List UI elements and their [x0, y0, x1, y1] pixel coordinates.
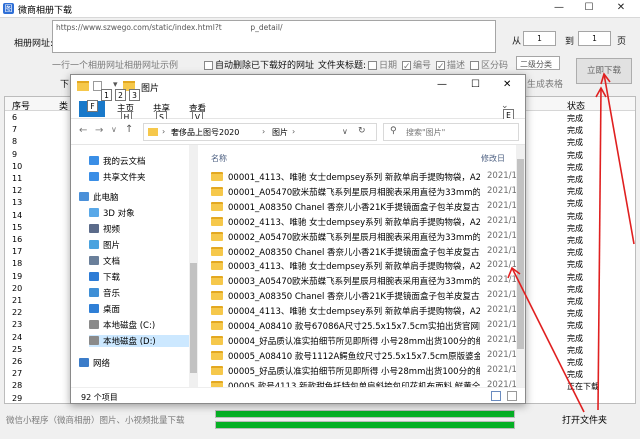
arrow-line-middle: [597, 87, 602, 411]
arrow-line-right: [603, 73, 635, 245]
arrow-line-bottom: [511, 267, 585, 413]
annotation-arrows: [507, 72, 635, 413]
